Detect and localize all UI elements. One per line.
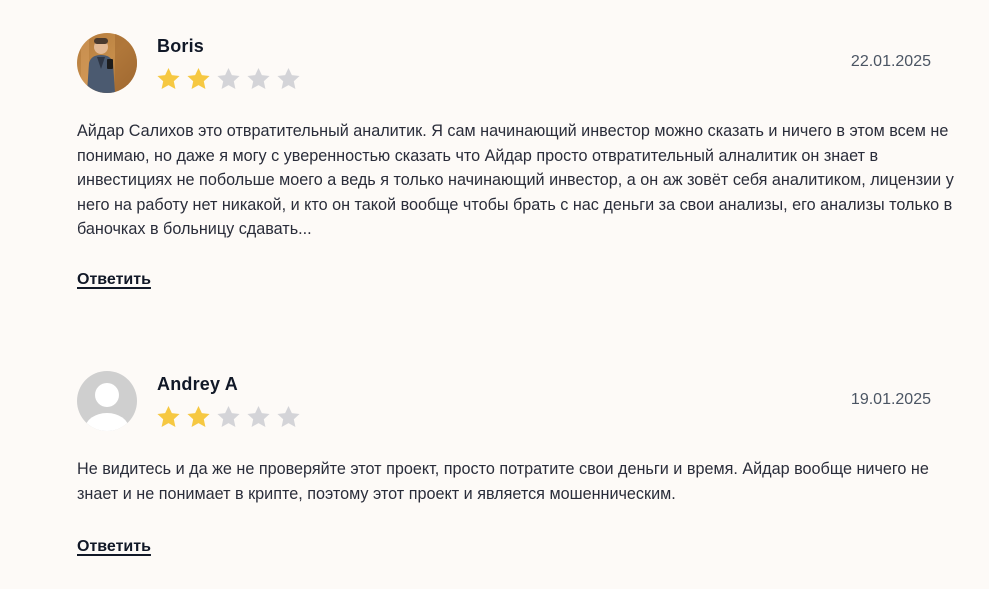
default-user-icon [77,371,137,431]
star-empty-icon [277,405,300,427]
review-text: Айдар Салихов это отвратительный аналити… [77,122,954,238]
review-date: 19.01.2025 [850,391,931,408]
rating-stars [155,66,302,92]
star-filled-icon [157,405,180,427]
avatar [77,371,137,431]
reply-link[interactable]: Ответить [77,538,151,556]
review-author: Andrey A [157,374,238,394]
review-author: Boris [157,36,205,56]
reply-link[interactable]: Ответить [77,271,151,289]
star-empty-icon [247,67,270,89]
review-date: 22.01.2025 [850,53,931,70]
star-filled-icon [187,405,210,427]
user-photo-icon [77,33,137,93]
star-empty-icon [217,405,240,427]
star-empty-icon [247,405,270,427]
star-filled-icon [187,67,210,89]
rating-stars [155,404,302,430]
star-filled-icon [157,67,180,89]
review-text: Не видитесь и да же не проверяйте этот п… [77,460,929,503]
avatar [77,33,137,93]
star-empty-icon [217,67,240,89]
star-empty-icon [277,67,300,89]
